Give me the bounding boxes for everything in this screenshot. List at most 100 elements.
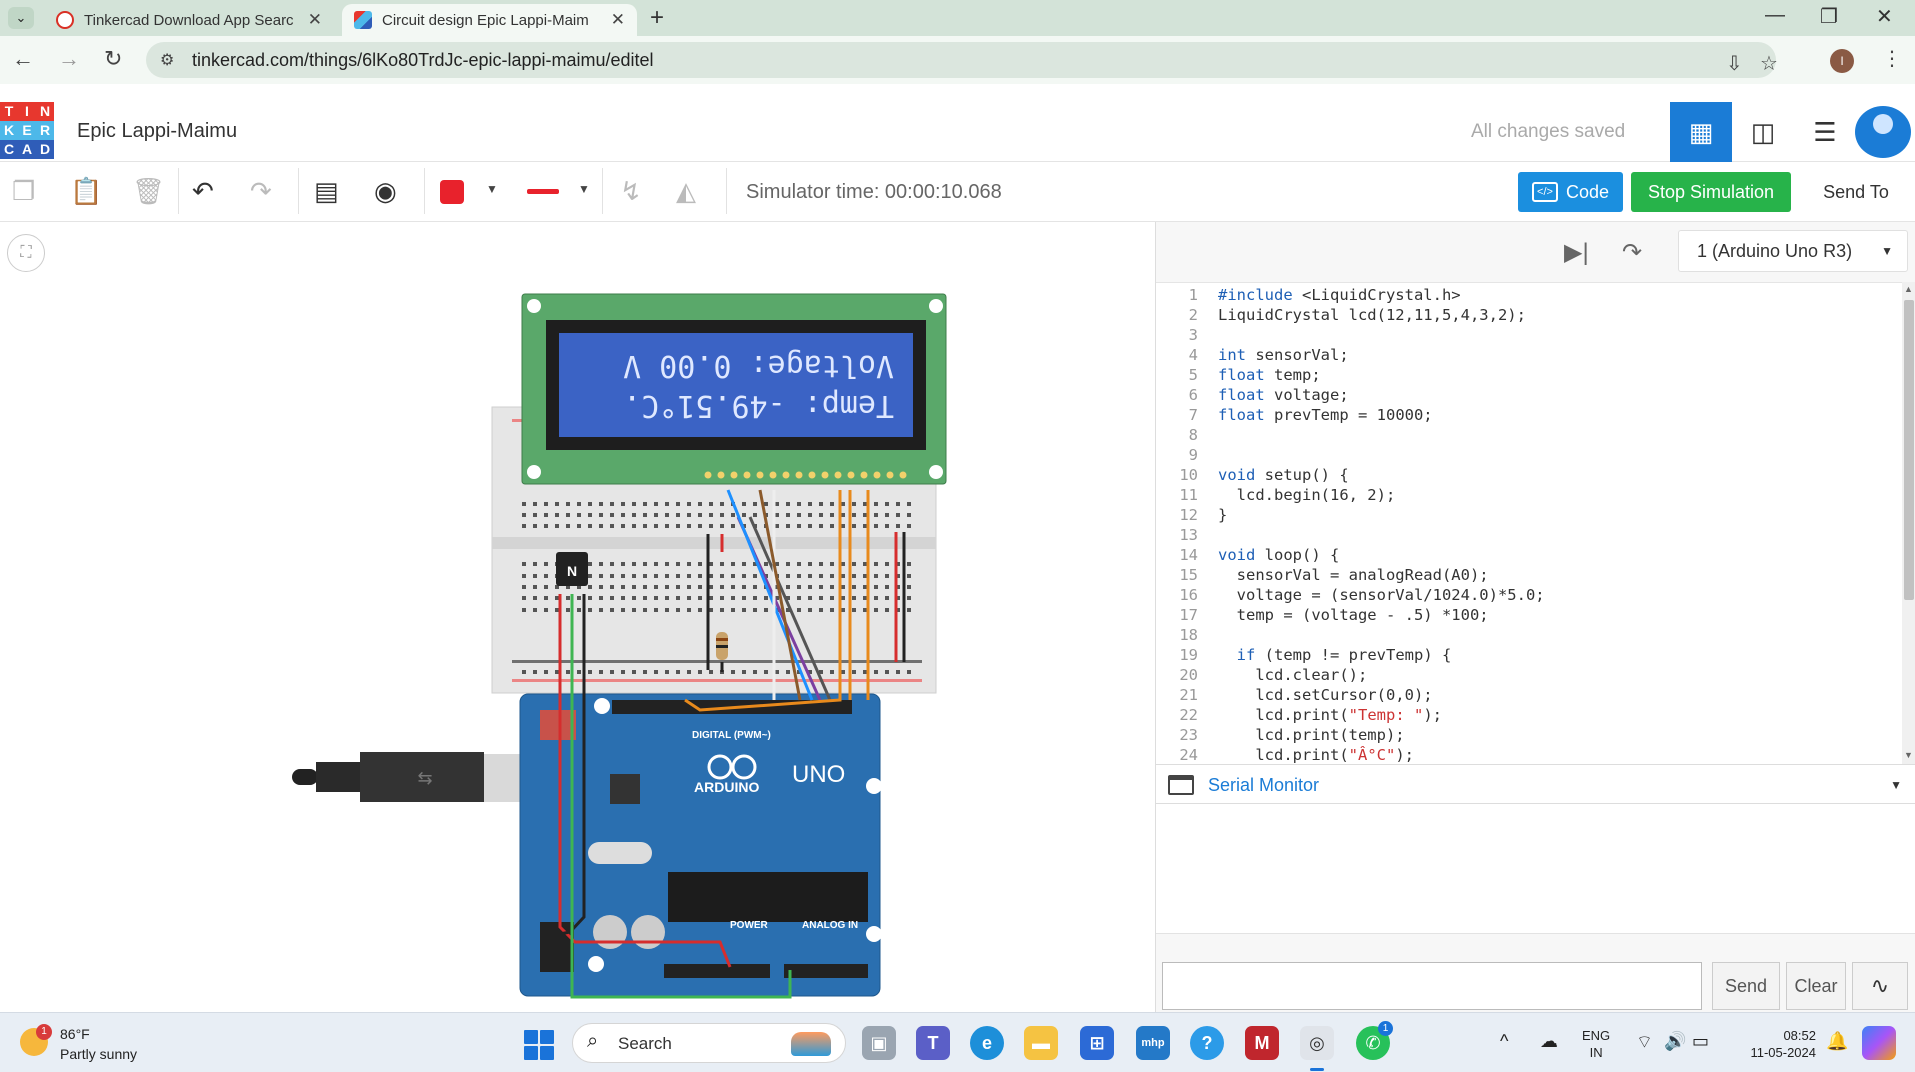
serial-clear-button[interactable]: Clear	[1786, 962, 1846, 1010]
project-title[interactable]: Epic Lappi-Maimu	[77, 120, 237, 143]
back-arrow-icon[interactable]: ←	[12, 46, 34, 72]
scrollbar-thumb[interactable]	[1904, 300, 1914, 600]
minimize-window-icon[interactable]: —	[1765, 4, 1785, 27]
component-list-icon[interactable]: ☰	[1794, 102, 1856, 162]
wire-color-swatch[interactable]	[440, 180, 464, 204]
paste-icon[interactable]: 📋	[70, 176, 102, 207]
code-line[interactable]: 22 lcd.print("Temp: ");	[1156, 705, 1902, 725]
code-line[interactable]: 1 #include <LiquidCrystal.h>	[1156, 285, 1902, 305]
system-clock[interactable]: 08:52 11-05-2024	[1720, 1027, 1816, 1061]
code-editor[interactable]: 1 #include <LiquidCrystal.h> 2 LiquidCrysta…	[1156, 282, 1902, 764]
circuit-view-icon[interactable]: ▦	[1670, 102, 1732, 162]
flip-icon[interactable]: ◭	[676, 176, 696, 207]
resistor[interactable]	[716, 632, 728, 660]
microsoft-store-icon[interactable]: ⊞	[1080, 1026, 1114, 1060]
volume-icon[interactable]: 🔊	[1664, 1031, 1686, 1052]
scroll-down-icon[interactable]: ▼	[1904, 750, 1913, 760]
delete-icon[interactable]: 🗑	[132, 176, 165, 207]
temperature-sensor[interactable]: N	[556, 552, 588, 586]
code-line[interactable]: 11 lcd.begin(16, 2);	[1156, 485, 1902, 505]
edge-browser-icon[interactable]: e	[970, 1026, 1004, 1060]
serial-monitor-output[interactable]	[1156, 804, 1915, 934]
chevron-up-icon[interactable]: ^	[1500, 1031, 1508, 1052]
code-line[interactable]: 3	[1156, 325, 1902, 345]
browser-tab-2-active[interactable]: Circuit design Epic Lappi-Maim ✕	[342, 4, 637, 36]
task-view-icon[interactable]: ▣	[862, 1026, 896, 1060]
code-line[interactable]: 4 int sensorVal;	[1156, 345, 1902, 365]
battery-icon[interactable]: ▭	[1692, 1031, 1709, 1052]
close-window-icon[interactable]: ✕	[1876, 4, 1893, 29]
profile-avatar[interactable]: I	[1830, 49, 1854, 73]
code-line[interactable]: 7 float prevTemp = 10000;	[1156, 405, 1902, 425]
chevron-down-icon[interactable]: ▼	[1890, 778, 1902, 792]
scroll-up-icon[interactable]: ▲	[1904, 284, 1913, 294]
teams-icon[interactable]: T	[916, 1026, 950, 1060]
code-button[interactable]: </> Code	[1518, 172, 1623, 212]
board-select-dropdown[interactable]: 1 (Arduino Uno R3) ▼	[1678, 230, 1908, 272]
code-line[interactable]: 21 lcd.setCursor(0,0);	[1156, 685, 1902, 705]
code-line[interactable]: 23 lcd.print(temp);	[1156, 725, 1902, 745]
reload-icon[interactable]: ↻	[104, 46, 122, 72]
graph-icon[interactable]: ∿	[1852, 962, 1908, 1010]
new-tab-plus-icon[interactable]: +	[650, 4, 664, 32]
circuit-canvas[interactable]: ⛶ Temp: -49.51°C. Voltage: 0.00 V ⇆ DIGI…	[0, 222, 1155, 1012]
step-debug-icon[interactable]: ▶|	[1564, 238, 1589, 267]
schematic-view-icon[interactable]: ◫	[1732, 102, 1794, 162]
notification-bell-icon[interactable]: 🔔	[1826, 1031, 1848, 1052]
file-explorer-icon[interactable]: ▬	[1024, 1026, 1058, 1060]
windows-start-icon[interactable]	[524, 1030, 554, 1060]
copy-icon[interactable]: ❐	[12, 176, 35, 207]
copilot-icon[interactable]	[1862, 1026, 1896, 1060]
serial-send-button[interactable]: Send	[1712, 962, 1780, 1010]
help-icon[interactable]: ?	[1190, 1026, 1224, 1060]
tab-search-menu-button[interactable]: ⌄	[8, 7, 34, 29]
onedrive-icon[interactable]: ☁	[1540, 1031, 1558, 1052]
serial-monitor-header[interactable]: Serial Monitor ▼	[1156, 764, 1915, 804]
chevron-down-icon[interactable]: ▼	[578, 182, 590, 196]
chrome-icon[interactable]: ◎	[1300, 1026, 1334, 1071]
wifi-icon[interactable]: ⌔	[1636, 1031, 1653, 1054]
code-line[interactable]: 20 lcd.clear();	[1156, 665, 1902, 685]
close-tab-icon[interactable]: ✕	[308, 10, 322, 30]
code-line[interactable]: 18	[1156, 625, 1902, 645]
code-line[interactable]: 24 lcd.print("Â°C");	[1156, 745, 1902, 764]
arduino-uno-board[interactable]: DIGITAL (PWM~) ARDUINO UNO POWER ANALOG …	[519, 693, 882, 997]
taskbar-search-box[interactable]: ⌕ Search	[572, 1023, 846, 1063]
mhp-app-icon[interactable]: mhp	[1136, 1026, 1170, 1060]
mcafee-icon[interactable]: M	[1245, 1026, 1279, 1060]
redo-icon[interactable]: ↷	[250, 176, 272, 207]
bookmark-star-icon[interactable]: ☆	[1760, 51, 1778, 76]
weather-widget[interactable]: 1 86°F Partly sunny	[20, 1022, 180, 1066]
chevron-down-icon[interactable]: ▼	[486, 182, 498, 196]
circuit-drawing[interactable]: Temp: -49.51°C. Voltage: 0.00 V ⇆ DIGITA…	[0, 222, 1155, 1012]
code-line[interactable]: 15 sensorVal = analogRead(A0);	[1156, 565, 1902, 585]
restore-window-icon[interactable]: ❐	[1820, 4, 1838, 29]
user-avatar[interactable]	[1855, 106, 1911, 158]
serial-input[interactable]	[1162, 962, 1702, 1010]
code-line[interactable]: 8	[1156, 425, 1902, 445]
close-tab-icon[interactable]: ✕	[611, 10, 625, 30]
url-omnibox[interactable]: ⚙ tinkercad.com/things/6lKo80TrdJc-epic-…	[146, 42, 1778, 78]
notes-visibility-icon[interactable]: ◉	[374, 176, 397, 207]
code-line[interactable]: 6 float voltage;	[1156, 385, 1902, 405]
editor-scrollbar[interactable]: ▲ ▼	[1902, 282, 1915, 764]
rotate-icon[interactable]: ↯	[620, 176, 642, 207]
code-line[interactable]: 9	[1156, 445, 1902, 465]
wire-type-swatch[interactable]	[527, 189, 559, 194]
notes-icon[interactable]: ▤	[314, 176, 339, 207]
stop-simulation-button[interactable]: Stop Simulation	[1631, 172, 1791, 212]
code-line[interactable]: 13	[1156, 525, 1902, 545]
code-line[interactable]: 17 temp = (voltage - .5) *100;	[1156, 605, 1902, 625]
send-to-button[interactable]: Send To	[1803, 172, 1909, 212]
lcd-module[interactable]: Temp: -49.51°C. Voltage: 0.00 V	[521, 293, 947, 485]
undo-icon[interactable]: ↶	[192, 176, 214, 207]
install-app-icon[interactable]: ⇩	[1726, 51, 1743, 76]
step-over-icon[interactable]: ↷	[1622, 238, 1642, 267]
code-line[interactable]: 10 void setup() {	[1156, 465, 1902, 485]
code-line[interactable]: 19 if (temp != prevTemp) {	[1156, 645, 1902, 665]
browser-menu-icon[interactable]: ⋮	[1882, 46, 1902, 71]
code-line[interactable]: 16 voltage = (sensorVal/1024.0)*5.0;	[1156, 585, 1902, 605]
browser-tab-1[interactable]: Tinkercad Download App Searc ✕	[44, 4, 334, 36]
code-line[interactable]: 5 float temp;	[1156, 365, 1902, 385]
language-indicator[interactable]: ENG IN	[1582, 1027, 1610, 1061]
